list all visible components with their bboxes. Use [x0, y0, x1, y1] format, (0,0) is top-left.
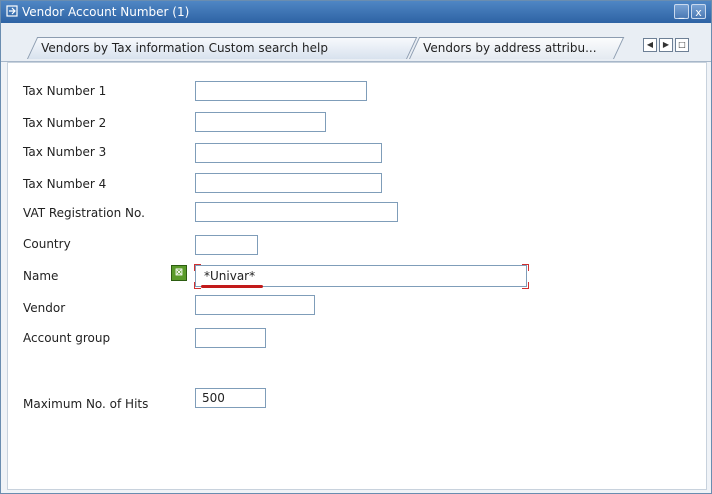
- max-hits-field[interactable]: 500: [195, 388, 266, 408]
- title-bar: Vendor Account Number (1) _ x: [1, 1, 711, 23]
- tax-number-3-field[interactable]: [195, 143, 382, 163]
- tax-number-2-field[interactable]: [195, 112, 326, 132]
- tax-number-2-label: Tax Number 2: [23, 116, 107, 130]
- vendor-field[interactable]: [195, 295, 315, 315]
- account-group-field[interactable]: [195, 328, 266, 348]
- focus-corner-top-left: [194, 264, 201, 271]
- tab-next-icon[interactable]: ▶: [659, 38, 673, 52]
- tax-number-4-field[interactable]: [195, 173, 382, 193]
- tax-number-1-label: Tax Number 1: [23, 84, 107, 98]
- name-label: Name: [23, 269, 59, 283]
- minimize-button[interactable]: _: [674, 4, 689, 19]
- tax-number-3-label: Tax Number 3: [23, 145, 107, 159]
- dialog-window: Vendor Account Number (1) _ x Vendors by…: [0, 0, 712, 494]
- tab-list-icon[interactable]: □: [675, 38, 689, 52]
- tab-address-attributes[interactable]: Vendors by address attribu...: [409, 37, 625, 59]
- tax-number-1-field[interactable]: [195, 81, 367, 101]
- vat-registration-label: VAT Registration No.: [23, 206, 145, 220]
- vendor-label: Vendor: [23, 301, 66, 315]
- tax-number-4-label: Tax Number 4: [23, 177, 107, 191]
- tab-tax-information[interactable]: Vendors by Tax information Custom search…: [27, 37, 418, 59]
- tab-label: Vendors by Tax information Custom search…: [41, 41, 328, 55]
- tab-strip: Vendors by Tax information Custom search…: [1, 23, 711, 62]
- focus-corner-bottom-right: [522, 282, 529, 289]
- name-field[interactable]: *Univar*: [195, 265, 527, 287]
- max-hits-label: Maximum No. of Hits: [23, 397, 149, 411]
- focus-corner-top-right: [522, 264, 529, 271]
- multiple-selection-icon[interactable]: ⊠: [171, 265, 187, 281]
- window-app-icon: [6, 5, 18, 17]
- highlight-underline: [201, 285, 263, 288]
- country-label: Country: [23, 237, 71, 251]
- vat-registration-field[interactable]: [195, 202, 398, 222]
- account-group-label: Account group: [23, 331, 111, 345]
- tab-label: Vendors by address attribu...: [423, 41, 597, 55]
- window-title: Vendor Account Number (1): [22, 5, 190, 19]
- focus-corner-bottom-left: [194, 282, 201, 289]
- country-field[interactable]: [195, 235, 258, 255]
- close-button[interactable]: x: [691, 4, 706, 19]
- tab-prev-icon[interactable]: ◀: [643, 38, 657, 52]
